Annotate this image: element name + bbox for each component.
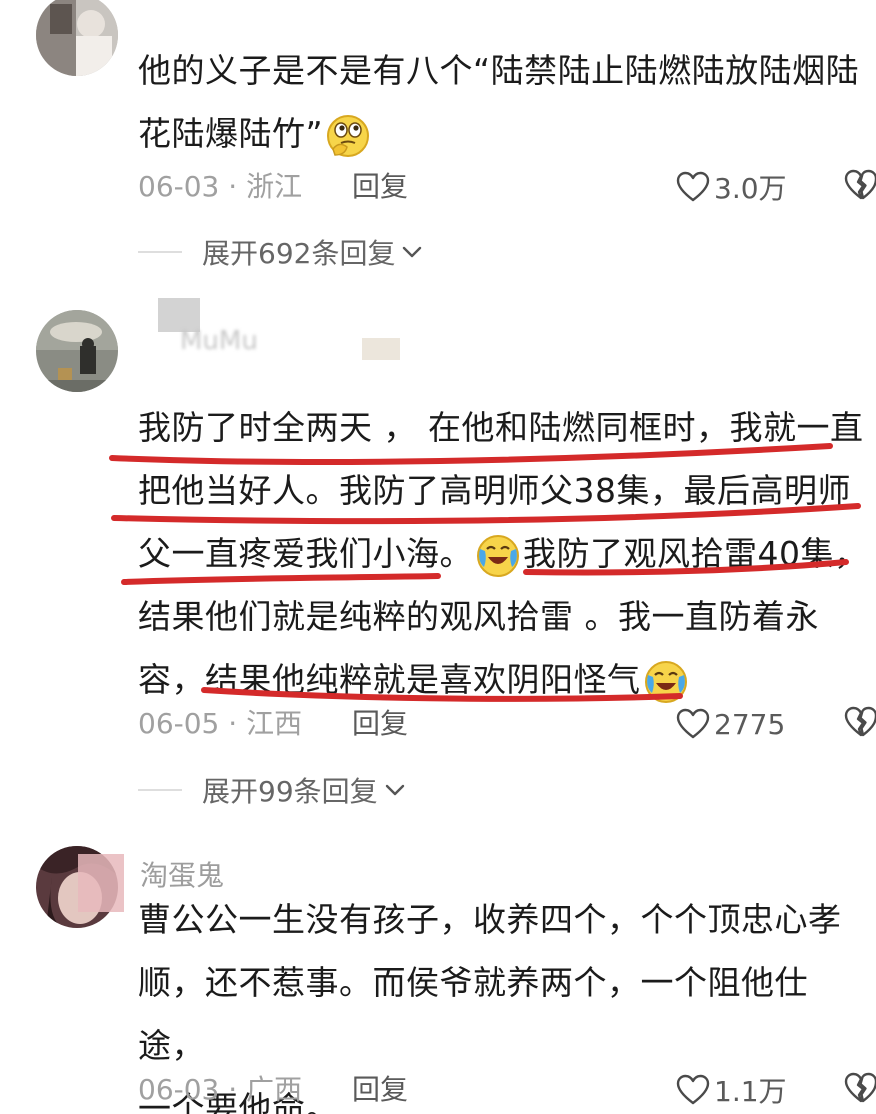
comment-3: 淘蛋鬼 曹公公一生没有孩子，收养四个，个个顶忠心孝 顺，还不惹事。而侯爷就养两个…: [0, 830, 876, 1114]
comment-text: 他的义子是不是有八个“陆禁陆止陆燃陆放陆烟陆 花陆爆陆竹”: [138, 39, 868, 165]
comment-line: 他的义子是不是有八个“陆禁陆止陆燃陆放陆烟陆: [138, 51, 860, 90]
like-count: 1.1万: [714, 1075, 787, 1108]
like-button[interactable]: 2775: [676, 704, 785, 744]
heart-outline-icon: [676, 708, 710, 740]
crying-laughing-emoji-icon: [643, 659, 689, 705]
heart-outline-icon: [676, 1074, 710, 1106]
avatar[interactable]: [36, 310, 118, 392]
broken-heart-icon: [844, 706, 876, 738]
comment-text: 我防了时全两天 ， 在他和陆燃同框时，我就一直 把他当好人。我防了高明师父38集…: [138, 396, 868, 711]
expand-replies[interactable]: 展开99条回复: [138, 768, 406, 812]
comment-line-text: 花陆爆陆竹”: [138, 114, 324, 153]
like-button[interactable]: 1.1万: [676, 1070, 787, 1110]
divider: [138, 789, 182, 791]
expand-replies-label: 展开99条回复: [202, 775, 378, 808]
blurred-username-block: [78, 854, 124, 912]
chevron-down-icon: [401, 245, 423, 259]
comment-line: 我防了时全两天 ， 在他和陆燃同框时，我就一直: [138, 408, 864, 447]
comment-line-text: 我防了观风拾雷40集，: [523, 534, 868, 573]
comment-line-text: 容，: [138, 660, 205, 699]
date-location: 06-03 · 浙江: [138, 170, 303, 203]
expand-replies[interactable]: 展开692条回复: [138, 230, 423, 274]
avatar-image: [36, 310, 118, 392]
dislike-button[interactable]: [844, 1072, 876, 1104]
comment-meta: 06-03 · 广西 回复 1.1万: [138, 1068, 876, 1112]
comment-line: 曹公公一生没有孩子，收养四个，个个顶忠心孝: [138, 900, 842, 939]
comment-line: 父一直疼爱我们小海。 我防了观风拾雷40集，: [138, 522, 868, 585]
date-location: 06-05 · 江西: [138, 707, 303, 740]
date-location: 06-03 · 广西: [138, 1073, 303, 1106]
broken-heart-icon: [844, 169, 876, 201]
divider: [138, 251, 182, 253]
dislike-button[interactable]: [844, 706, 876, 738]
avatar-image: [36, 0, 118, 76]
heart-outline-icon: [676, 171, 710, 203]
comment-line: 把他当好人。我防了高明师父38集，最后高明师: [138, 471, 851, 510]
chevron-down-icon: [384, 783, 406, 797]
crying-laughing-emoji-icon: [475, 533, 521, 579]
comment-meta: 06-03 · 浙江 回复 3.0万: [138, 165, 876, 209]
avatar[interactable]: [36, 0, 118, 76]
username: MuMu: [180, 326, 258, 356]
thinking-emoji-icon: [325, 113, 371, 159]
comment-line: 花陆爆陆竹”: [138, 102, 868, 165]
comment-2: MuMu 我防了时全两天 ， 在他和陆燃同框时，我就一直 把他当好人。我防了高明…: [0, 290, 876, 830]
dislike-button[interactable]: [844, 169, 876, 201]
blurred-username-block: [362, 338, 400, 360]
reply-button[interactable]: 回复: [352, 702, 408, 746]
comment-meta: 06-05 · 江西 回复 2775: [138, 702, 876, 746]
expand-replies-label: 展开692条回复: [202, 237, 396, 270]
comment-line-text: 父一直疼爱我们小海。: [138, 534, 473, 573]
like-count: 3.0万: [714, 172, 787, 205]
like-count: 2775: [714, 707, 786, 741]
comment-line-text: 结果他纯粹就是喜欢阴阳怪气: [205, 660, 641, 699]
reply-button[interactable]: 回复: [352, 165, 408, 209]
comment-line: 结果他们就是纯粹的观风拾雷 。我一直防着永: [138, 597, 819, 636]
reply-button[interactable]: 回复: [352, 1068, 408, 1112]
comment-1: 他的义子是不是有八个“陆禁陆止陆燃陆放陆烟陆 花陆爆陆竹” 06-03 · 浙江…: [0, 0, 876, 290]
broken-heart-icon: [844, 1072, 876, 1104]
comment-line: 顺，还不惹事。而侯爷就养两个，一个阻他仕途，: [138, 963, 808, 1065]
like-button[interactable]: 3.0万: [676, 167, 787, 207]
